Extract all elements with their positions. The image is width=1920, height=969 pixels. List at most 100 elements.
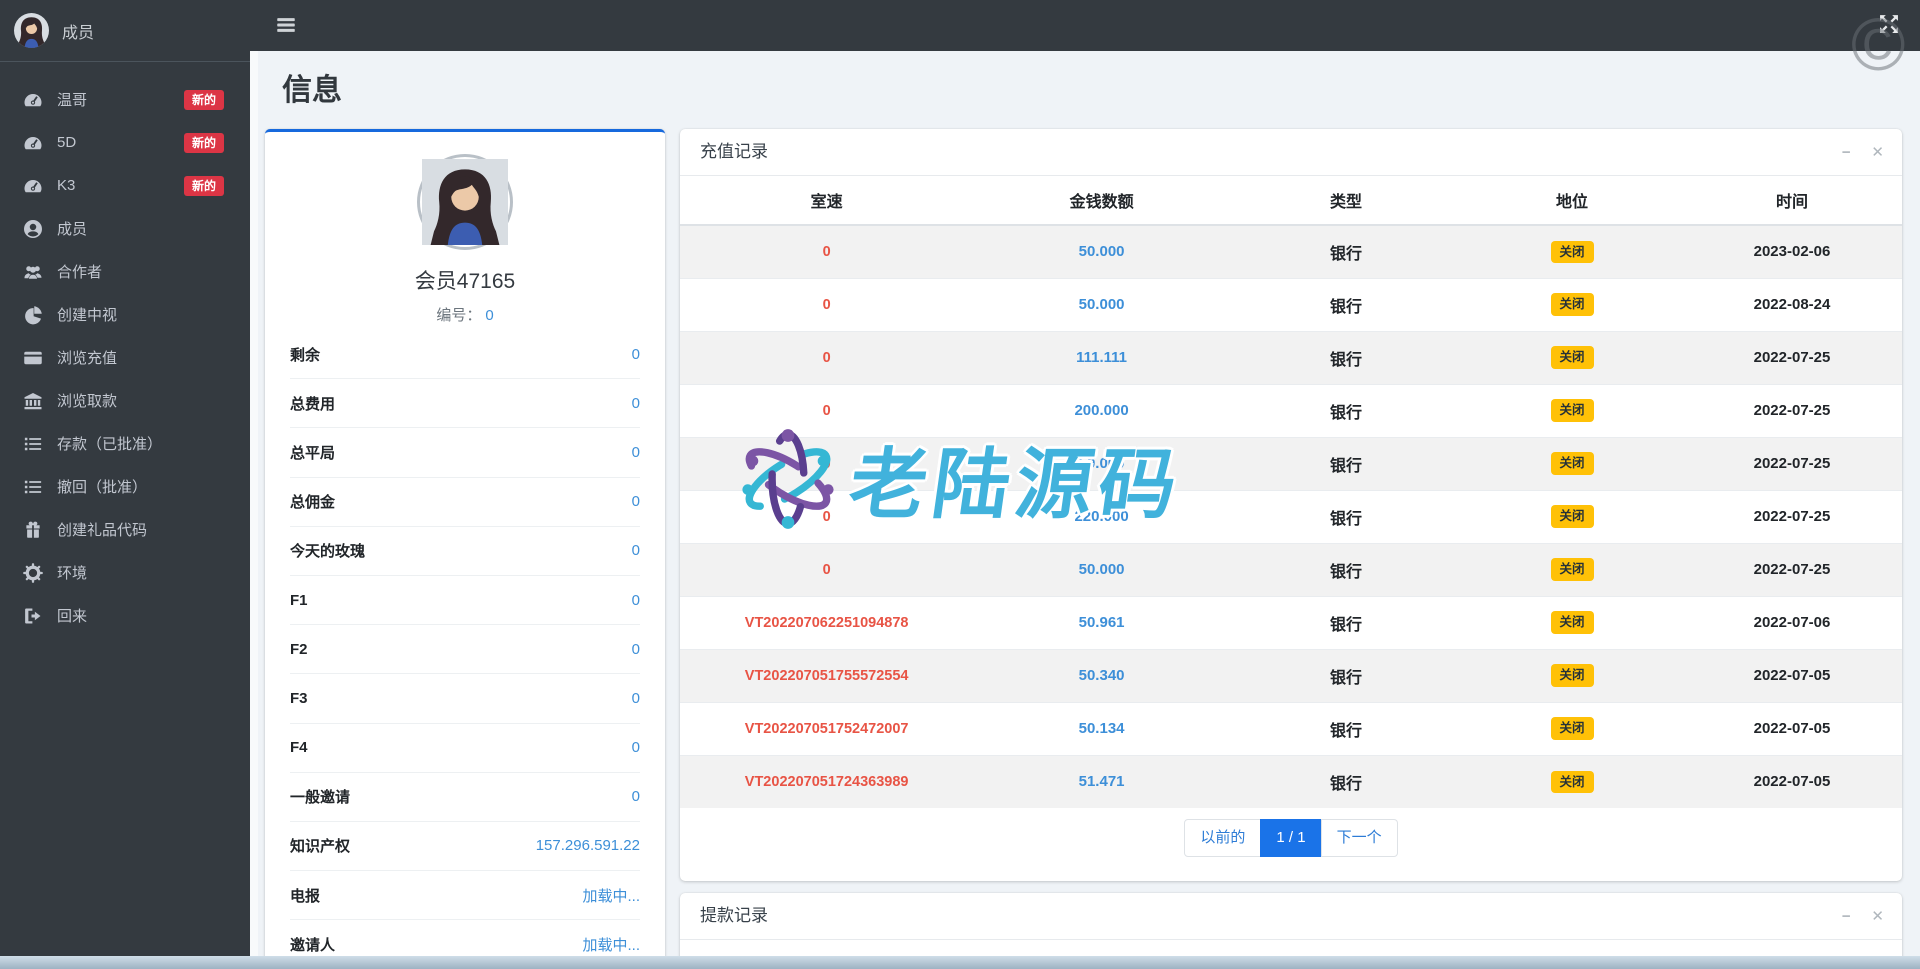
pagination: 以前的 1 / 1 下一个 <box>680 819 1902 857</box>
sidebar-item-label: 温哥 <box>57 89 184 110</box>
profile-field-row: F10 <box>290 576 640 625</box>
pagination-next-button[interactable]: 下一个 <box>1321 819 1398 857</box>
sidebar-item-deposit-approved[interactable]: 存款（已批准） <box>0 422 250 465</box>
topbar <box>250 0 1920 51</box>
column-header: 时间 <box>1682 176 1902 225</box>
sidebar-item-label: 存款（已批准） <box>57 433 236 454</box>
table-row: 0200.000银行关闭2022-07-25 <box>680 384 1902 437</box>
profile-field-value: 0 <box>632 542 640 559</box>
profile-field-value: 157.296.591.22 <box>536 837 640 854</box>
table-row: VT20220706225109487850.961银行关闭2022-07-06 <box>680 596 1902 649</box>
pagination-prev-button[interactable]: 以前的 <box>1184 819 1261 857</box>
sidebar-item-partner[interactable]: 合作者 <box>0 250 250 293</box>
sidebar-item-5d[interactable]: 5D新的 <box>0 121 250 164</box>
sidebar-item-member[interactable]: 成员 <box>0 207 250 250</box>
sidebar-item-label: 撤回（批准） <box>57 476 236 497</box>
profile-field-label: F2 <box>290 641 308 658</box>
status-badge: 关闭 <box>1551 241 1594 264</box>
main-content: 信息 会员47165 编号：0 剩余0总费用0总平局0总佣金0今天的玫瑰0F10… <box>250 51 1920 969</box>
recharge-card-title: 充值记录 <box>700 142 768 161</box>
sidebar-item-wenge[interactable]: 温哥新的 <box>0 78 250 121</box>
close-icon[interactable]: ✕ <box>1871 908 1884 925</box>
sidebar-item-environment[interactable]: 环境 <box>0 551 250 594</box>
tachometer-icon <box>23 90 43 110</box>
sidebar-item-label: 浏览取款 <box>57 390 236 411</box>
profile-field-row: F3 0 <box>290 674 640 723</box>
sidebar-item-k3[interactable]: K3新的 <box>0 164 250 207</box>
sidebar-item-create-gift-code[interactable]: 创建礼品代码 <box>0 508 250 551</box>
profile-field-value: 0 <box>632 788 640 805</box>
sidebar-item-label: 合作者 <box>57 261 236 282</box>
sidebar-scrollbar[interactable] <box>250 51 258 956</box>
sidebar-item-label: 创建中视 <box>57 304 236 325</box>
profile-field-value: 加载中... <box>582 885 640 906</box>
profile-field-label: 总费用 <box>290 393 335 414</box>
table-row: 050.000银行关闭2022-07-25 <box>680 543 1902 596</box>
profile-field-row: 知识产权 157.296.591.22 <box>290 822 640 871</box>
users-icon <box>23 262 43 282</box>
page-title: 信息 <box>282 65 342 109</box>
profile-field-label: F4 <box>290 739 308 756</box>
new-badge: 新的 <box>184 133 224 153</box>
fullscreen-icon[interactable] <box>1878 13 1900 35</box>
gear-icon <box>23 563 43 583</box>
profile-field-label: 电报 <box>290 885 320 906</box>
profile-field-label: 总佣金 <box>290 491 335 512</box>
new-badge: 新的 <box>184 90 224 110</box>
sidebar-item-withdraw-approved[interactable]: 撤回（批准） <box>0 465 250 508</box>
withdraw-card-title: 提款记录 <box>700 906 768 925</box>
member-id-value[interactable]: 0 <box>485 307 493 324</box>
profile-field-label: F3 <box>290 690 308 707</box>
sidebar-item-label: 回来 <box>57 605 236 626</box>
table-row: VT20220705175247200750.134银行关闭2022-07-05 <box>680 702 1902 755</box>
user-icon <box>23 219 43 239</box>
profile-field-value: 0 <box>632 739 640 756</box>
member-name: 会员47165 <box>265 265 665 295</box>
tachometer-icon <box>23 176 43 196</box>
profile-field-label: 剩余 <box>290 344 320 365</box>
sidebar-user-panel[interactable]: 成员 <box>0 0 250 62</box>
profile-field-value: 0 <box>632 641 640 658</box>
column-header: 金钱数额 <box>973 176 1230 225</box>
column-header: 地位 <box>1462 176 1682 225</box>
profile-field-row: 总平局0 <box>290 428 640 477</box>
close-icon[interactable]: ✕ <box>1871 144 1884 161</box>
profile-field-value: 0 <box>632 690 640 707</box>
table-row: VT20220705175557255450.340银行关闭2022-07-05 <box>680 649 1902 702</box>
status-badge: 关闭 <box>1551 505 1594 528</box>
column-header: 室速 <box>680 176 973 225</box>
sidebar-item-create-video[interactable]: 创建中视 <box>0 293 250 336</box>
table-row: 0220.000银行关闭2022-07-25 <box>680 490 1902 543</box>
user-name: 成员 <box>62 19 94 43</box>
pagination-current-page[interactable]: 1 / 1 <box>1260 819 1321 857</box>
sidebar-item-label: 5D <box>57 134 184 151</box>
table-header-row: 室速金钱数额类型地位时间 <box>680 176 1902 225</box>
profile-field-value: 加载中... <box>582 934 640 955</box>
sidebar-item-label: 创建礼品代码 <box>57 519 236 540</box>
sidebar-item-browse-withdraw[interactable]: 浏览取款 <box>0 379 250 422</box>
sidebar-item-back[interactable]: 回来 <box>0 594 250 637</box>
profile-field-row: F4 0 <box>290 724 640 773</box>
bank-icon <box>23 391 43 411</box>
table-row: 050.000银行关闭2023-02-06 <box>680 225 1902 278</box>
card-tools: − ✕ <box>1826 129 1884 176</box>
collapse-icon[interactable]: − <box>1842 144 1851 161</box>
profile-field-value: 0 <box>632 444 640 461</box>
horizontal-scrollbar[interactable] <box>0 956 1920 969</box>
status-badge: 关闭 <box>1551 293 1594 316</box>
sidebar-menu: 温哥新的5D新的K3新的成员合作者创建中视浏览充值浏览取款存款（已批准）撤回（批… <box>0 62 250 637</box>
profile-field-value: 0 <box>632 346 640 363</box>
member-id: 编号：0 <box>265 304 665 325</box>
collapse-icon[interactable]: − <box>1842 908 1851 925</box>
status-badge: 关闭 <box>1551 771 1594 794</box>
user-avatar <box>14 13 49 48</box>
profile-field-label: 知识产权 <box>290 835 350 856</box>
profile-field-label: F1 <box>290 592 308 609</box>
menu-toggle-icon[interactable] <box>276 15 296 35</box>
table-row: 0111.111银行关闭2022-07-25 <box>680 331 1902 384</box>
sidebar-item-browse-recharge[interactable]: 浏览充值 <box>0 336 250 379</box>
recharge-records-card: 充值记录 − ✕ 室速金钱数额类型地位时间 050.000银行关闭2023-02… <box>680 129 1902 881</box>
profile-field-row: 总佣金0 <box>290 478 640 527</box>
table-row: 050.000银行关闭2022-07-25 <box>680 437 1902 490</box>
status-badge: 关闭 <box>1551 399 1594 422</box>
